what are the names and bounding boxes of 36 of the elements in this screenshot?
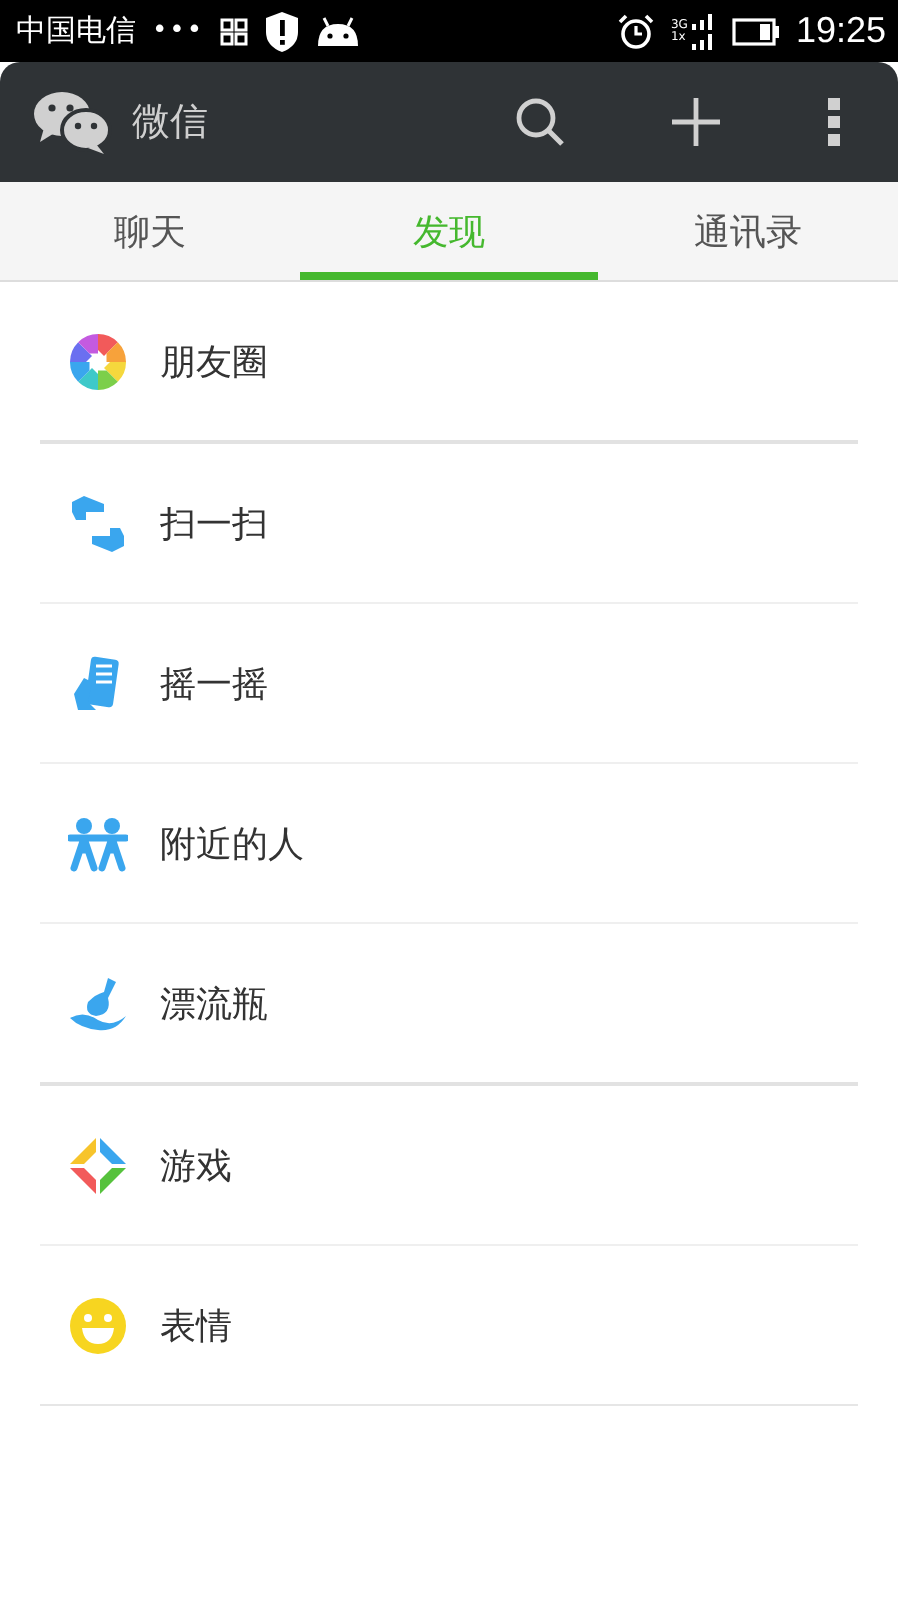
menu-item-label: 漂流瓶: [160, 981, 268, 1027]
android-icon: [316, 15, 361, 47]
chat-bubbles-icon: [32, 88, 112, 156]
smiley-icon: [68, 1295, 128, 1355]
battery-icon: [731, 17, 780, 45]
menu-item[interactable]: 朋友圈: [40, 282, 858, 440]
menu-item-label: 表情: [160, 1303, 232, 1349]
tab[interactable]: 通讯录: [598, 182, 898, 280]
scan-hands-icon: [68, 493, 128, 553]
menu-item[interactable]: 表情: [40, 1246, 858, 1404]
menu-item[interactable]: 漂流瓶: [40, 924, 858, 1082]
bottle-icon: [68, 973, 128, 1033]
menu-item[interactable]: 附近的人: [40, 764, 858, 924]
menu-item-label: 附近的人: [160, 821, 304, 867]
menu-item[interactable]: 摇一摇: [40, 604, 858, 764]
menu-item-label: 扫一扫: [160, 501, 268, 547]
shield-icon: [264, 11, 301, 51]
menu-item-label: 朋友圈: [160, 339, 268, 385]
tab[interactable]: 聊天: [0, 182, 300, 280]
menu-icon: [826, 96, 842, 148]
menu-item-label: 摇一摇: [160, 661, 268, 707]
menu-item-label: 游戏: [160, 1143, 232, 1189]
clock-time: 19:25: [795, 10, 886, 52]
people-icon: [68, 813, 128, 873]
grid-icon: [220, 17, 249, 45]
menu-item[interactable]: 游戏: [40, 1086, 858, 1246]
notification-dots: •••: [152, 16, 205, 46]
plus-icon: [670, 96, 722, 148]
app-title: 微信: [132, 98, 208, 148]
aperture-icon: [68, 331, 128, 391]
menu-item[interactable]: 扫一扫: [40, 444, 858, 604]
search-icon: [514, 96, 566, 148]
carrier-name: 中国电信: [16, 12, 136, 50]
game-diamond-icon: [68, 1135, 128, 1195]
alarm-icon: [618, 13, 655, 49]
signal-icon: [691, 11, 716, 51]
